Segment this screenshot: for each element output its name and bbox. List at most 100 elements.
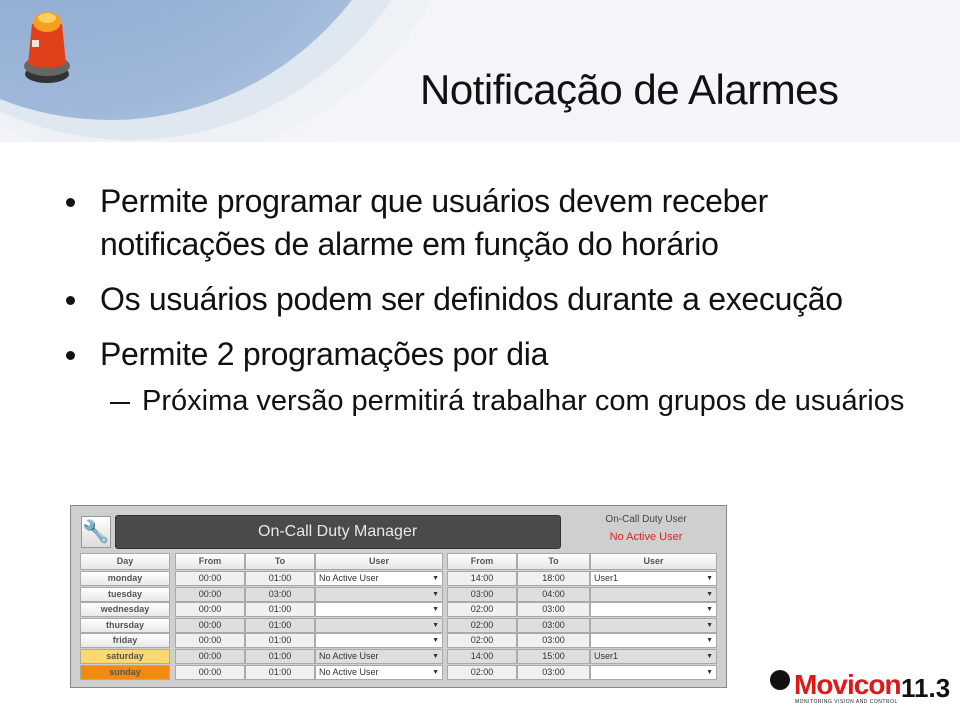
day-button[interactable]: wednesday bbox=[80, 602, 170, 618]
user-dropdown[interactable]: ▼ bbox=[590, 664, 717, 680]
cell-value: 00:00 bbox=[198, 604, 222, 615]
cell-value: 14:00 bbox=[470, 573, 494, 583]
time-field[interactable]: 03:00 bbox=[517, 633, 590, 649]
time-field[interactable]: 00:00 bbox=[175, 617, 245, 633]
bullet-list: Permite programar que usuários devem rec… bbox=[66, 180, 926, 421]
time-field[interactable]: 15:00 bbox=[517, 649, 590, 664]
time-field[interactable]: 00:00 bbox=[175, 633, 245, 649]
user-dropdown[interactable]: ▼ bbox=[590, 602, 717, 618]
user-dropdown[interactable]: ▼ bbox=[590, 633, 717, 649]
time-field[interactable]: 00:00 bbox=[175, 586, 245, 602]
bullet-item: Os usuários podem ser definidos durante … bbox=[66, 278, 926, 321]
time-field[interactable]: 02:00 bbox=[447, 602, 517, 618]
wrench-icon[interactable]: 🔧 bbox=[81, 516, 111, 548]
day-button[interactable]: saturday bbox=[80, 649, 170, 664]
cell-value: 00:00 bbox=[198, 573, 222, 583]
cell-value: 18:00 bbox=[542, 573, 565, 583]
slide-title: Notificação de Alarmes bbox=[420, 66, 839, 113]
user-dropdown[interactable]: ▼ bbox=[590, 586, 717, 602]
cell-value: saturday bbox=[106, 651, 144, 661]
dropdown-arrow-icon[interactable]: ▼ bbox=[706, 634, 713, 647]
cell-value: 00:00 bbox=[198, 651, 222, 661]
column-header: Day bbox=[80, 553, 170, 570]
dropdown-arrow-icon[interactable]: ▼ bbox=[706, 572, 713, 585]
dropdown-arrow-icon[interactable]: ▼ bbox=[706, 588, 713, 601]
time-field[interactable]: 01:00 bbox=[245, 617, 315, 633]
user-dropdown[interactable]: ▼ bbox=[315, 617, 443, 633]
day-button[interactable]: monday bbox=[80, 571, 170, 586]
cell-value: 02:00 bbox=[470, 604, 494, 615]
cell-value: 03:00 bbox=[268, 588, 292, 599]
dropdown-arrow-icon[interactable]: ▼ bbox=[706, 603, 713, 616]
time-field[interactable]: 18:00 bbox=[517, 571, 590, 586]
time-field[interactable]: 03:00 bbox=[517, 664, 590, 680]
time-field[interactable]: 03:00 bbox=[245, 586, 315, 602]
user-dropdown[interactable]: No Active User ▼ bbox=[315, 664, 443, 680]
movicon-logo: Movicon 11.3 MONITORING VISION AND CONTR… bbox=[767, 667, 951, 708]
cell-value: thursday bbox=[105, 619, 144, 630]
day-button[interactable]: sunday bbox=[80, 664, 170, 680]
time-field[interactable]: 04:00 bbox=[517, 586, 590, 602]
user-dropdown[interactable]: User1 ▼ bbox=[590, 571, 717, 586]
dash-marker bbox=[110, 402, 130, 404]
column-header: To bbox=[517, 553, 590, 570]
dropdown-arrow-icon[interactable]: ▼ bbox=[432, 588, 439, 601]
user-dropdown[interactable]: ▼ bbox=[315, 586, 443, 602]
cell-value: sunday bbox=[109, 666, 141, 677]
column-header: From bbox=[175, 553, 245, 570]
user-dropdown[interactable]: User1 ▼ bbox=[590, 649, 717, 664]
bullet-dot bbox=[66, 296, 75, 305]
day-button[interactable]: tuesday bbox=[80, 586, 170, 602]
dropdown-arrow-icon[interactable]: ▼ bbox=[432, 634, 439, 647]
cell-value: No Active User bbox=[319, 651, 379, 661]
cell-value: 03:00 bbox=[542, 666, 565, 677]
day-button[interactable]: thursday bbox=[80, 617, 170, 633]
time-field[interactable]: 00:00 bbox=[175, 649, 245, 664]
time-field[interactable]: 00:00 bbox=[175, 571, 245, 586]
dropdown-arrow-icon[interactable]: ▼ bbox=[432, 666, 439, 679]
cell-value: friday bbox=[112, 635, 138, 646]
dropdown-arrow-icon[interactable]: ▼ bbox=[706, 619, 713, 632]
time-field[interactable]: 01:00 bbox=[245, 571, 315, 586]
time-field[interactable]: 02:00 bbox=[447, 664, 517, 680]
time-field[interactable]: 14:00 bbox=[447, 649, 517, 664]
user-dropdown[interactable]: No Active User ▼ bbox=[315, 571, 443, 586]
time-field[interactable]: 01:00 bbox=[245, 664, 315, 680]
time-field[interactable]: 02:00 bbox=[447, 633, 517, 649]
on-call-duty-manager-screenshot: 🔧 On-Call Duty Manager On-Call Duty User… bbox=[70, 505, 727, 688]
time-field[interactable]: 01:00 bbox=[245, 649, 315, 664]
time-field[interactable]: 03:00 bbox=[447, 586, 517, 602]
time-field[interactable]: 03:00 bbox=[517, 602, 590, 618]
cell-value: 03:00 bbox=[542, 635, 565, 646]
user-dropdown[interactable]: ▼ bbox=[315, 633, 443, 649]
user-dropdown[interactable]: ▼ bbox=[315, 602, 443, 618]
time-field[interactable]: 14:00 bbox=[447, 571, 517, 586]
time-field[interactable]: 02:00 bbox=[447, 617, 517, 633]
dropdown-arrow-icon[interactable]: ▼ bbox=[706, 666, 713, 679]
dropdown-arrow-icon[interactable]: ▼ bbox=[432, 619, 439, 632]
sub-bullet-item: Próxima versão permitirá trabalhar com g… bbox=[66, 382, 926, 421]
time-field[interactable]: 03:00 bbox=[517, 617, 590, 633]
time-field[interactable]: 01:00 bbox=[245, 602, 315, 618]
bullet-text: Permite 2 programações por dia bbox=[100, 336, 549, 372]
column-header: User bbox=[315, 553, 443, 570]
dropdown-arrow-icon[interactable]: ▼ bbox=[706, 650, 713, 663]
day-button[interactable]: friday bbox=[80, 633, 170, 649]
dropdown-arrow-icon[interactable]: ▼ bbox=[432, 572, 439, 585]
dropdown-arrow-icon[interactable]: ▼ bbox=[432, 650, 439, 663]
time-field[interactable]: 00:00 bbox=[175, 602, 245, 618]
cell-value: 02:00 bbox=[470, 619, 494, 630]
dropdown-arrow-icon[interactable]: ▼ bbox=[432, 603, 439, 616]
bullet-dot bbox=[66, 198, 75, 207]
cell-value: 00:00 bbox=[198, 635, 222, 646]
user-dropdown[interactable]: No Active User ▼ bbox=[315, 649, 443, 664]
time-field[interactable]: 00:00 bbox=[175, 664, 245, 680]
cell-value: 03:00 bbox=[542, 619, 565, 630]
logo-version: 11.3 bbox=[901, 673, 951, 703]
user-dropdown[interactable]: ▼ bbox=[590, 617, 717, 633]
time-field[interactable]: 01:00 bbox=[245, 633, 315, 649]
logo-tagline: MONITORING VISION AND CONTROL bbox=[795, 699, 898, 705]
bullet-dot bbox=[66, 351, 75, 360]
cell-value: 01:00 bbox=[268, 619, 292, 630]
cell-value: monday bbox=[107, 573, 143, 583]
